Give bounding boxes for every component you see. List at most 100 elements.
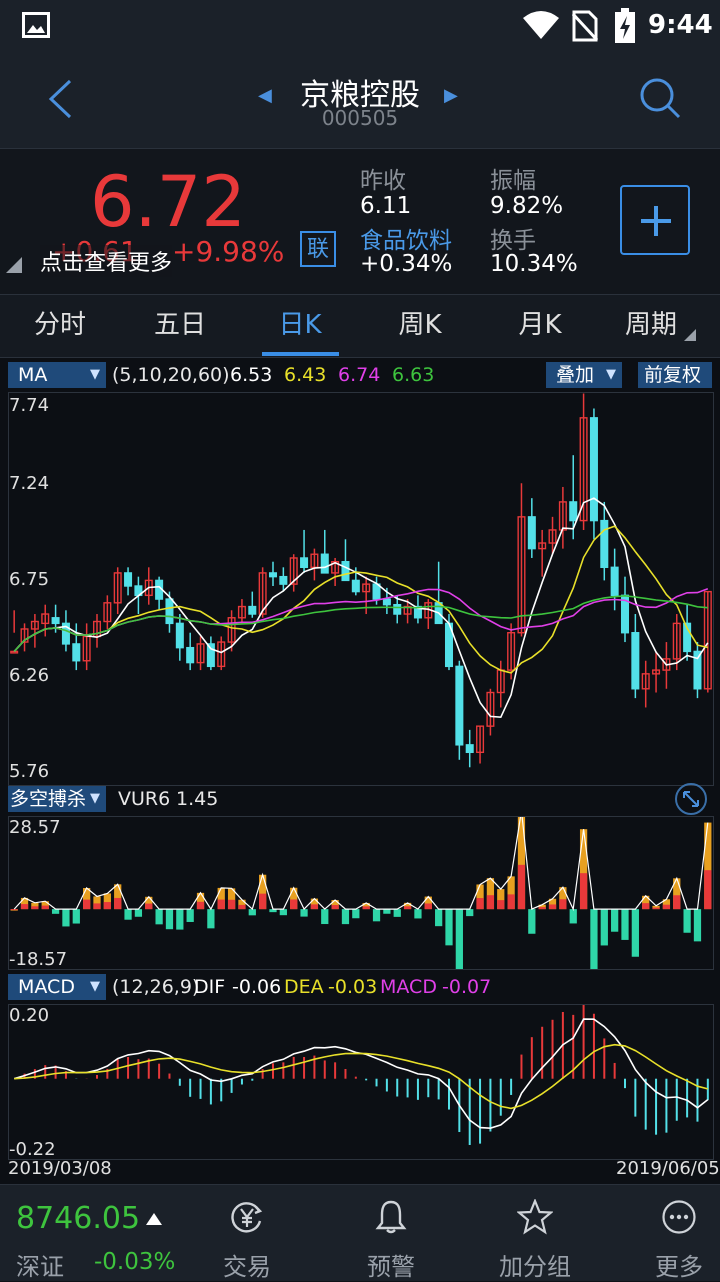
candle-body	[72, 643, 81, 662]
index-value[interactable]: 8746.05	[16, 1201, 140, 1236]
vur-bar-up-core	[403, 906, 412, 910]
prev-close-label: 昨收	[360, 168, 406, 194]
vur-bar-up-core	[559, 899, 567, 910]
sector-link[interactable]: 食品饮料	[360, 221, 452, 255]
chart-area[interactable]: MA ▼ (5,10,20,60) 6.53 6.43 6.74 6.63 叠加 ▼…	[0, 358, 720, 1184]
vur-bar-down	[51, 909, 60, 914]
amplitude-label: 振幅	[490, 168, 536, 194]
dea-label: DEA	[284, 976, 324, 998]
turnover-value: 10.34%	[490, 251, 578, 277]
vur-bar-down	[321, 909, 329, 925]
vur-bar-down	[300, 909, 308, 917]
tab-daily-k[interactable]: 日K	[240, 295, 360, 357]
candle-body	[268, 572, 278, 578]
nav-more-label: 更多	[655, 1253, 703, 1281]
macd-value: -0.07	[442, 976, 492, 998]
candle-body	[51, 617, 60, 625]
fullscreen-icon[interactable]	[674, 782, 708, 816]
no-sim-icon	[572, 10, 598, 42]
amplitude-value: 9.82%	[490, 193, 564, 219]
candle-body	[382, 598, 391, 606]
dif-label: DIF	[194, 976, 226, 998]
macd-panel[interactable]: 0.20 -0.22	[8, 1004, 714, 1160]
ma-selector[interactable]: MA ▼	[8, 362, 106, 388]
stock-code: 000505	[321, 106, 399, 130]
nav-header: ◀ 京粮控股 000505 ▶	[0, 52, 720, 148]
vur-bar-down	[414, 909, 422, 919]
indicator-selector[interactable]: 多空搏杀 ▼	[8, 786, 106, 812]
tab-period[interactable]: 周期	[600, 295, 702, 357]
candle-body	[300, 557, 309, 569]
add-watchlist-button[interactable]	[620, 185, 690, 255]
vur-bar-down	[72, 909, 80, 924]
candle-body	[341, 561, 350, 582]
axis-label-min: 5.76	[9, 761, 50, 782]
kline-panel[interactable]: 7.74 7.24 6.75 6.26 5.76	[8, 392, 714, 786]
trade-yen-icon	[231, 1202, 263, 1233]
vur-bar-up-core	[642, 903, 650, 910]
quote-panel[interactable]: 6.72 +0.61 +9.98% 点击查看更多 联 昨收 6.11 食品饮料 …	[0, 148, 720, 295]
tab-five-day[interactable]: 五日	[120, 295, 240, 357]
macd-selector-label: MACD	[18, 976, 75, 998]
status-time: 9:44	[648, 10, 713, 40]
related-button[interactable]: 联	[300, 231, 336, 267]
macd-selector[interactable]: MACD ▼	[8, 974, 106, 1000]
vur-bar-down	[341, 909, 350, 925]
candle-body	[600, 519, 609, 569]
vur-bar-up-core	[652, 907, 660, 910]
candle-body	[631, 632, 640, 690]
price-change-pct: +9.98%	[172, 235, 285, 268]
adjust-button[interactable]: 前复权	[638, 362, 712, 388]
nav-more[interactable]: 更多	[624, 1185, 720, 1281]
vur-bar-down	[528, 909, 536, 934]
overlay-selector[interactable]: 叠加 ▼	[546, 362, 622, 388]
index-name: 深证	[16, 1253, 64, 1281]
view-more-hint[interactable]: 点击查看更多	[40, 245, 173, 277]
candle-body	[124, 572, 133, 587]
vur-bar-up-core	[31, 906, 39, 910]
vur-bar-down	[631, 909, 639, 957]
vur-bar-down	[279, 909, 287, 916]
tab-monthly-k[interactable]: 月K	[480, 295, 600, 357]
gallery-notification-icon	[22, 12, 50, 38]
vur-bar-up-core	[548, 904, 557, 910]
candle-body	[248, 605, 257, 615]
nav-add-group[interactable]: 加分组	[480, 1185, 590, 1281]
more-dots-icon	[662, 1200, 696, 1234]
search-icon[interactable]	[638, 76, 682, 120]
vur-bar-up-core	[290, 899, 298, 910]
next-stock-arrow[interactable]: ▶	[444, 85, 458, 106]
vur-bar-up-core	[704, 870, 712, 910]
vur-axis-min: -18.57	[9, 949, 68, 970]
vur-bar-down	[445, 909, 453, 946]
vur-panel[interactable]: 28.57 -18.57	[8, 816, 714, 970]
tab-intraday[interactable]: 分时	[0, 295, 120, 357]
nav-trade-label: 交易	[223, 1253, 271, 1281]
vur-bar-down	[62, 909, 70, 927]
vur-bar-up-core	[662, 904, 671, 910]
vur-bar-up-core	[217, 899, 225, 910]
expand-corner-icon	[6, 257, 22, 273]
active-tab-indicator	[262, 352, 339, 356]
dif-value: -0.06	[232, 976, 282, 998]
candle-body	[610, 566, 619, 597]
vur-bar-down	[611, 909, 619, 932]
vur-bar-down	[186, 909, 194, 922]
index-change: -0.03%	[94, 1249, 176, 1275]
vur-bar-up-core	[259, 893, 267, 910]
vur-bar-up-core	[486, 895, 495, 910]
candle-body	[351, 579, 360, 593]
candle-body	[465, 744, 474, 754]
ma-selector-label: MA	[18, 364, 48, 386]
vur-bar-down	[165, 909, 174, 930]
nav-trade[interactable]: 交易	[192, 1185, 302, 1281]
tab-weekly-k[interactable]: 周K	[360, 295, 480, 357]
index-up-arrow-icon	[146, 1213, 162, 1225]
candle-body	[186, 646, 195, 664]
vur-bar-down	[621, 909, 629, 940]
back-chevron-icon[interactable]	[46, 78, 74, 120]
nav-alert[interactable]: 预警	[336, 1185, 446, 1281]
vur-bar-up-core	[83, 899, 91, 910]
nav-add-group-label: 加分组	[499, 1253, 571, 1281]
candle-body	[279, 575, 288, 585]
